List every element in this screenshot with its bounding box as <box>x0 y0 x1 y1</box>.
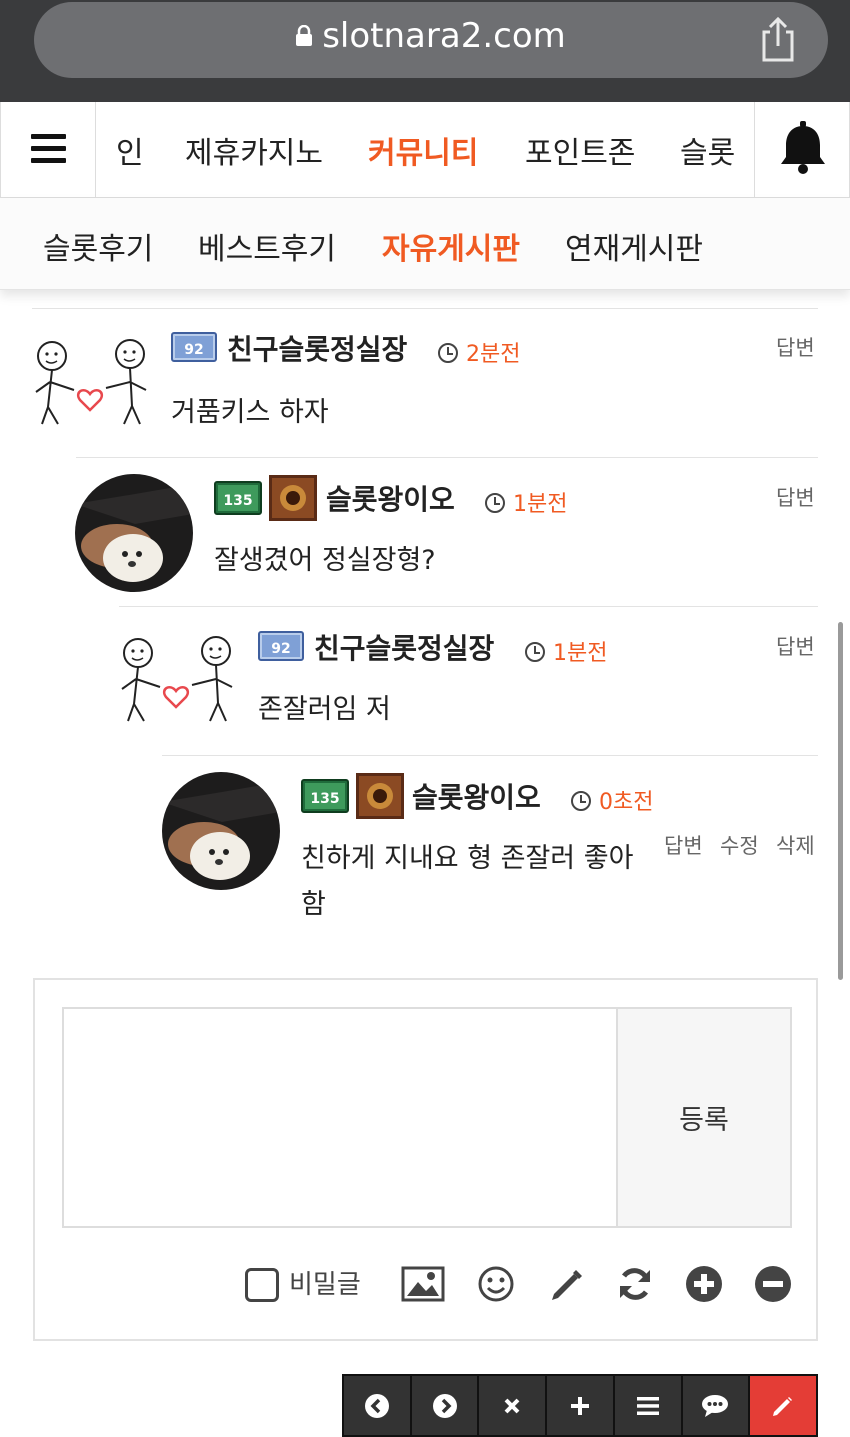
tab-series-board[interactable]: 연재게시판 <box>565 224 703 268</box>
level-badge-icon: 92 <box>258 631 304 661</box>
bell-icon[interactable] <box>754 102 850 198</box>
avatar[interactable] <box>116 629 238 729</box>
plus-icon[interactable] <box>547 1376 615 1435</box>
comment-time: 0초전 <box>571 784 653 816</box>
secret-label: 비밀글 <box>289 1270 361 1300</box>
comment-text: 잘생겼어 정실장형? <box>214 545 436 576</box>
nav-item-login[interactable]: 인 <box>116 128 144 172</box>
nav-item-community[interactable]: 커뮤니티 <box>368 128 478 172</box>
comment-icon[interactable] <box>682 1376 751 1435</box>
clock-icon <box>571 791 591 811</box>
sub-nav: 슬롯후기 베스트후기 자유게시판 연재게시판 <box>0 198 850 290</box>
nav-item-partner-casino[interactable]: 제휴카지노 <box>185 128 323 172</box>
comment-author[interactable]: 친구슬롯정실장 <box>314 627 494 667</box>
comment-text-line: 친하게 지내요 형 존잘러 좋아 <box>301 843 634 874</box>
comment-author[interactable]: 슬롯왕이오 <box>326 478 455 518</box>
emblem-icon <box>356 773 404 819</box>
close-icon[interactable] <box>479 1376 548 1435</box>
submit-button[interactable]: 등록 <box>616 1007 792 1228</box>
comment-textarea[interactable] <box>62 1007 618 1228</box>
avatar[interactable] <box>162 772 280 890</box>
refresh-icon[interactable] <box>615 1264 655 1304</box>
clock-icon <box>485 493 505 513</box>
minus-circle-icon[interactable] <box>753 1264 793 1304</box>
comment-time: 1분전 <box>485 486 567 518</box>
main-nav: 인 제휴카지노 커뮤니티 포인트존 슬롯 <box>0 102 850 198</box>
secret-checkbox[interactable] <box>245 1268 279 1302</box>
comment-text: 존잘러임 저 <box>258 694 391 725</box>
comment-time: 2분전 <box>438 336 520 368</box>
svg-text:92: 92 <box>184 342 203 358</box>
avatar[interactable] <box>75 474 193 592</box>
pencil-icon[interactable] <box>546 1264 586 1304</box>
comment-text-line: 함 <box>301 889 326 920</box>
emblem-icon <box>269 475 317 521</box>
nav-item-slot[interactable]: 슬롯 <box>680 128 735 172</box>
tab-best-review[interactable]: 베스트후기 <box>198 224 336 268</box>
write-icon[interactable] <box>750 1376 817 1435</box>
comment-item: 92 친구슬롯정실장 1분전 답변 존잘러임 저 <box>0 607 850 756</box>
level-badge-icon: 92 <box>171 332 217 362</box>
menu-icon[interactable] <box>0 102 96 198</box>
comment-tools: 비밀글 <box>35 1264 820 1310</box>
reply-button[interactable]: 답변 <box>664 830 703 860</box>
avatar[interactable] <box>30 332 152 432</box>
address-bar[interactable]: slotnara2.com <box>34 2 828 78</box>
comment-author[interactable]: 슬롯왕이오 <box>412 776 541 816</box>
comment-item: 135 슬롯왕이오 0초전 답변 수정 삭제 친하게 지내요 형 존잘러 좋아 … <box>0 756 850 956</box>
image-icon[interactable] <box>401 1264 445 1304</box>
svg-text:92: 92 <box>271 641 290 657</box>
plus-circle-icon[interactable] <box>684 1264 724 1304</box>
main-nav-items: 인 제휴카지노 커뮤니티 포인트존 슬롯 <box>96 102 754 198</box>
browser-bar: slotnara2.com <box>0 0 850 102</box>
scrollbar[interactable] <box>838 622 843 980</box>
share-icon[interactable] <box>758 16 798 64</box>
clock-icon <box>438 343 458 363</box>
comment-list: 92 친구슬롯정실장 2분전 답변 거품키스 하자 135 슬롯왕이오 1분전 … <box>0 290 850 980</box>
comment-item: 92 친구슬롯정실장 2분전 답변 거품키스 하자 <box>0 290 850 458</box>
svg-text:135: 135 <box>310 791 339 807</box>
delete-button[interactable]: 삭제 <box>776 830 815 860</box>
url-text: slotnara2.com <box>322 16 566 56</box>
nav-item-point-zone[interactable]: 포인트존 <box>525 128 635 172</box>
url-display[interactable]: slotnara2.com <box>34 16 828 56</box>
svg-text:135: 135 <box>223 493 252 509</box>
reply-button[interactable]: 답변 <box>776 482 815 512</box>
bottom-toolbar <box>342 1374 818 1437</box>
comment-text: 거품키스 하자 <box>171 397 329 428</box>
clock-icon <box>525 642 545 662</box>
tab-free-board[interactable]: 자유게시판 <box>382 224 520 268</box>
level-badge-icon: 135 <box>214 481 262 515</box>
next-icon[interactable] <box>411 1376 480 1435</box>
level-badge-icon: 135 <box>301 779 349 813</box>
reply-button[interactable]: 답변 <box>776 332 815 362</box>
comment-author[interactable]: 친구슬롯정실장 <box>227 328 407 368</box>
tab-slot-review[interactable]: 슬롯후기 <box>43 224 153 268</box>
edit-button[interactable]: 수정 <box>720 830 759 860</box>
comment-form: 등록 비밀글 <box>33 978 818 1341</box>
list-icon[interactable] <box>614 1376 683 1435</box>
comment-item: 135 슬롯왕이오 1분전 답변 잘생겼어 정실장형? <box>0 458 850 607</box>
comment-time: 1분전 <box>525 635 607 667</box>
smile-icon[interactable] <box>476 1264 516 1304</box>
lock-icon <box>296 16 313 46</box>
comment-text: 친하게 지내요 형 존잘러 좋아 함 <box>301 836 633 928</box>
prev-icon[interactable] <box>344 1376 412 1435</box>
reply-button[interactable]: 답변 <box>776 631 815 661</box>
